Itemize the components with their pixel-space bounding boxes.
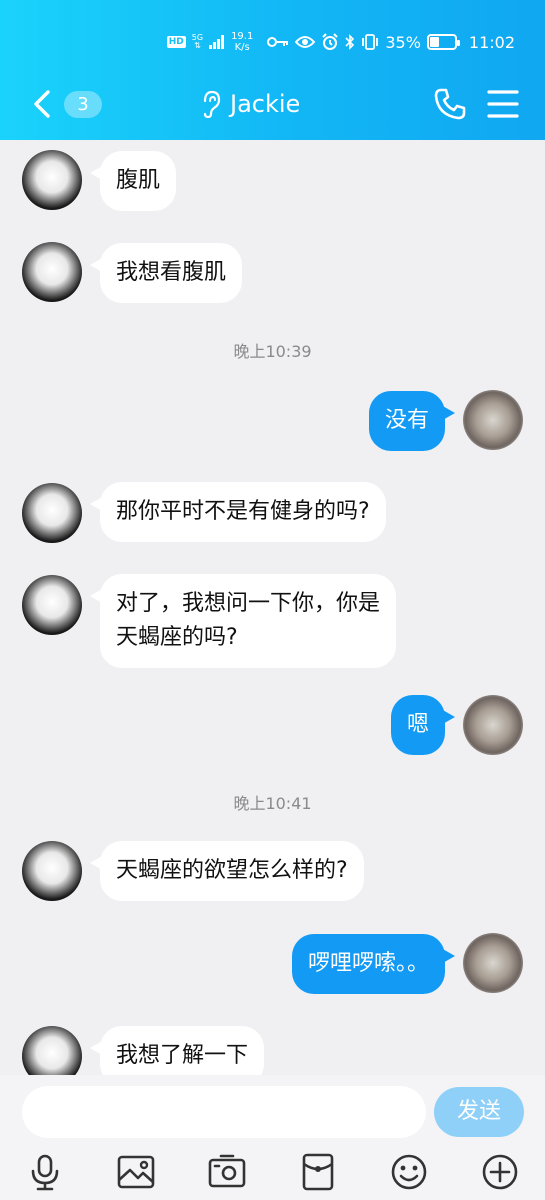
contact-avatar[interactable] — [22, 483, 82, 543]
ear-icon — [203, 90, 221, 118]
microphone-icon[interactable] — [25, 1152, 65, 1192]
message-bubble[interactable]: 对了，我想问一下你，你是 天蝎座的吗? — [89, 574, 397, 668]
contact-title[interactable]: Jackie — [200, 86, 300, 122]
message-bubble[interactable]: 嗯 — [390, 695, 456, 755]
message-bubble[interactable]: 天蝎座的欲望怎么样的? — [90, 841, 364, 901]
unread-badge[interactable]: 3 — [64, 91, 102, 118]
image-icon[interactable] — [116, 1152, 156, 1192]
back-icon[interactable] — [28, 86, 56, 122]
message-bubble[interactable]: 我想了解一下 — [89, 1026, 265, 1075]
message-line: 天蝎座的吗? — [116, 625, 238, 650]
alarm-icon — [322, 33, 339, 50]
plus-icon[interactable] — [480, 1152, 520, 1192]
menu-icon[interactable] — [486, 88, 520, 120]
message-bubble[interactable]: 没有 — [368, 391, 456, 451]
network-indicator: 5G ⇅ — [192, 34, 203, 50]
camera-icon[interactable] — [207, 1152, 247, 1192]
toolbar — [0, 1152, 545, 1194]
message-bubble[interactable]: 腹肌 — [89, 151, 177, 211]
message-bubble[interactable]: 啰哩啰嗦。。 — [291, 934, 456, 994]
contact-name: Jackie — [230, 90, 301, 118]
clock: 11:02 — [468, 32, 515, 52]
speed-unit: K/s — [234, 42, 250, 53]
message-input[interactable] — [22, 1086, 426, 1138]
contact-avatar[interactable] — [22, 841, 82, 901]
app-header: HD 5G ⇅ 19.1 K/s 35% 11:02 3 Jackie — [0, 0, 545, 140]
message-bubble[interactable]: 那你平时不是有健身的吗? — [90, 482, 386, 542]
contact-avatar[interactable] — [22, 1026, 82, 1075]
message-line: 对了，我想问一下你，你是 — [116, 591, 381, 616]
title-bar: 3 Jackie — [0, 74, 545, 134]
timestamp: 晚上10:41 — [233, 794, 312, 813]
contact-avatar[interactable] — [22, 150, 82, 210]
chat-area[interactable]: 腹肌 我想看腹肌 晚上10:39 没有 那你平时不是有健身的吗? 对了，我想问一… — [0, 140, 545, 1075]
speed-value: 19.1 — [231, 31, 254, 42]
input-bar: 发送 — [0, 1075, 545, 1200]
contact-avatar[interactable] — [22, 242, 82, 302]
my-avatar[interactable] — [463, 933, 523, 993]
network-arrows-icon: ⇅ — [194, 41, 201, 50]
battery-icon — [426, 34, 460, 50]
red-packet-icon[interactable] — [298, 1152, 338, 1192]
phone-icon[interactable] — [432, 86, 468, 122]
vibrate-icon — [362, 34, 379, 50]
send-button[interactable]: 发送 — [434, 1087, 524, 1137]
network-speed: 19.1 K/s — [231, 31, 253, 53]
message-bubble[interactable]: 我想看腹肌 — [89, 243, 243, 303]
my-avatar[interactable] — [463, 695, 523, 755]
timestamp: 晚上10:39 — [233, 342, 312, 361]
eye-icon — [295, 36, 316, 48]
battery-percent: 35% — [385, 32, 421, 52]
status-bar: HD 5G ⇅ 19.1 K/s 35% 11:02 — [0, 26, 545, 58]
my-avatar[interactable] — [463, 390, 523, 450]
contact-avatar[interactable] — [22, 575, 82, 635]
bluetooth-icon — [345, 34, 355, 50]
emoji-icon[interactable] — [389, 1152, 429, 1192]
key-icon — [267, 37, 289, 47]
signal-icon — [209, 35, 225, 49]
hd-icon: HD — [166, 36, 186, 48]
